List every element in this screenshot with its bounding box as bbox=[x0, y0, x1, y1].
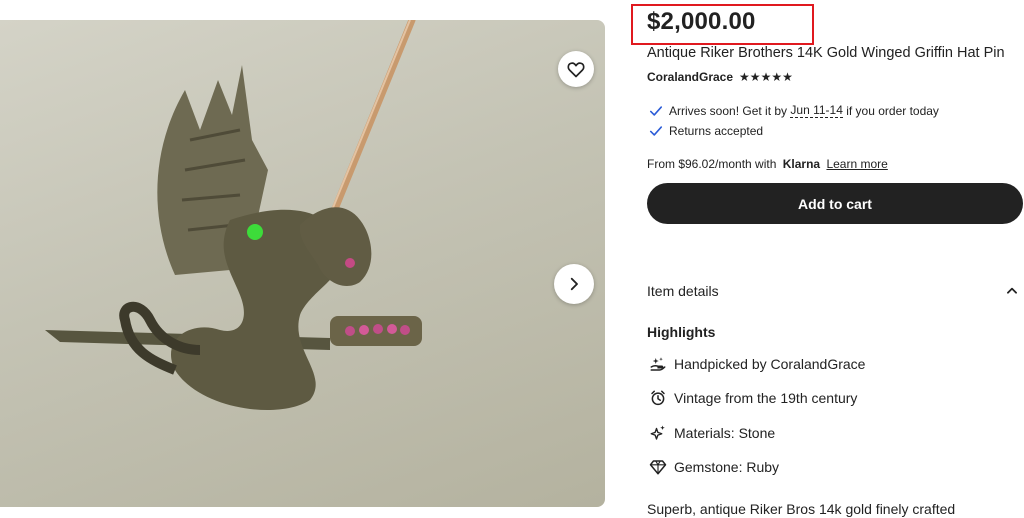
diamond-icon bbox=[648, 457, 668, 477]
sparkle-icon bbox=[648, 423, 668, 443]
shop-name-link[interactable]: CoralandGrace bbox=[647, 70, 733, 84]
returns-text: Returns accepted bbox=[669, 124, 764, 138]
item-description: Superb, antique Riker Bros 14k gold fine… bbox=[647, 501, 956, 517]
heart-icon bbox=[567, 62, 585, 78]
arrival-dates[interactable]: Jun 11-14 bbox=[790, 103, 843, 118]
vintage-text: Vintage from the 19th century bbox=[674, 390, 858, 406]
arrival-suffix: if you order today bbox=[842, 103, 939, 118]
gemstone-text: Gemstone: Ruby bbox=[674, 459, 780, 475]
rating-stars[interactable]: ★★★★★ bbox=[739, 70, 793, 84]
hand-sparkle-icon bbox=[648, 354, 668, 374]
highlight-vintage: Vintage from the 19th century bbox=[648, 388, 857, 408]
highlight-handpicked: Handpicked by CoralandGrace bbox=[648, 354, 865, 374]
listing-title: Antique Riker Brothers 14K Gold Winged G… bbox=[647, 45, 1005, 61]
favorite-button[interactable] bbox=[558, 51, 594, 87]
highlight-materials: Materials: Stone bbox=[648, 423, 775, 443]
item-details-header: Item details bbox=[647, 283, 719, 299]
handpicked-prefix: Handpicked by bbox=[674, 356, 771, 372]
klarna-logo: Klarna bbox=[782, 157, 821, 171]
chevron-right-icon bbox=[570, 277, 578, 291]
next-image-button[interactable] bbox=[554, 264, 594, 304]
arrival-prefix: Arrives soon! Get it by bbox=[669, 103, 791, 118]
add-to-cart-button[interactable]: Add to cart bbox=[647, 183, 1023, 224]
chevron-up-icon bbox=[1007, 287, 1017, 294]
highlights-title: Highlights bbox=[647, 324, 716, 340]
check-icon bbox=[649, 126, 663, 136]
materials-text: Materials: Stone bbox=[674, 425, 776, 441]
item-details-toggle[interactable]: Item details bbox=[647, 283, 1019, 299]
listing-image-gallery[interactable] bbox=[0, 20, 605, 507]
highlight-gemstone: Gemstone: Ruby bbox=[648, 457, 779, 477]
product-photo bbox=[45, 20, 422, 410]
check-icon bbox=[649, 105, 663, 116]
handpicked-shop-link[interactable]: CoralandGrace bbox=[771, 356, 866, 372]
price: $2,000.00 bbox=[647, 8, 756, 35]
shop-info: CoralandGrace ★★★★★ bbox=[647, 70, 793, 84]
klarna-text: From $96.02/month with bbox=[647, 157, 777, 171]
arrival-info: Arrives soon! Get it by Jun 11-14 if you… bbox=[649, 103, 939, 118]
alarm-clock-icon bbox=[648, 388, 668, 408]
klarna-financing: From $96.02/month with Klarna Learn more bbox=[647, 157, 888, 171]
returns-info: Returns accepted bbox=[649, 124, 763, 138]
learn-more-link[interactable]: Learn more bbox=[826, 157, 887, 171]
